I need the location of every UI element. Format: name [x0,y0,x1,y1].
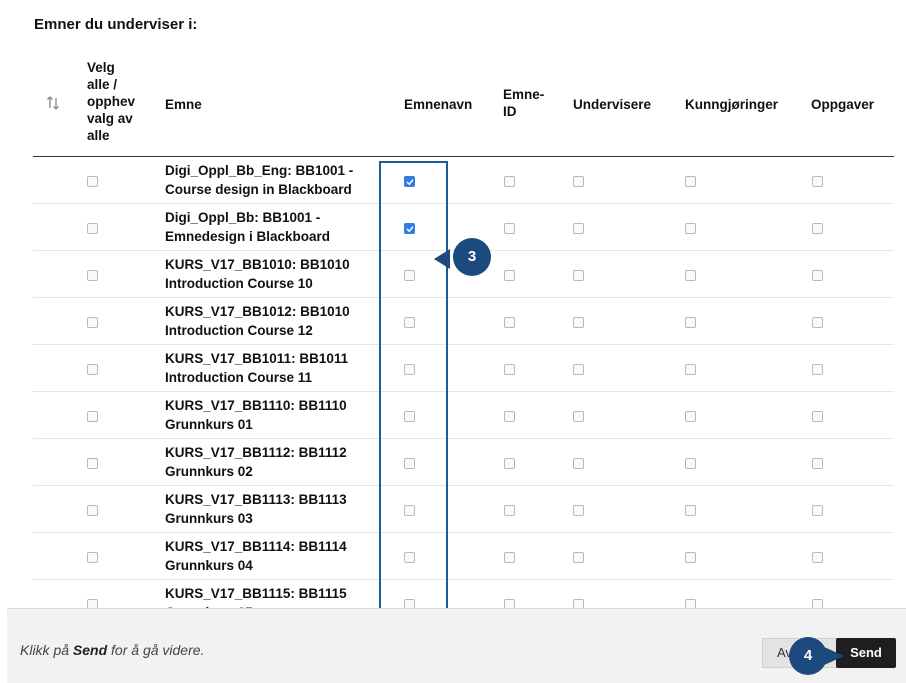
undervisere-checkbox[interactable] [573,176,584,187]
oppgaver-checkbox[interactable] [812,552,823,563]
select-checkbox[interactable] [87,505,98,516]
oppgaver-checkbox[interactable] [812,411,823,422]
kunngjoringer-checkbox[interactable] [685,317,696,328]
callout-3-pointer [434,249,450,269]
course-name: KURS_V17_BB1010: BB1010 Introduction Cour… [165,257,350,291]
course-name: KURS_V17_BB1114: BB1114 Grunnkurs 04 [165,539,347,573]
emne-id-checkbox[interactable] [504,505,515,516]
table-row: KURS_V17_BB1114: BB1114 Grunnkurs 04 [33,533,894,580]
emne-id-checkbox[interactable] [504,223,515,234]
kunngjoringer-checkbox[interactable] [685,552,696,563]
emne-id-checkbox[interactable] [504,317,515,328]
header-emne-id[interactable]: Emne- ID [503,86,544,120]
undervisere-checkbox[interactable] [573,411,584,422]
footer-bar: Klikk på Send for å gå videre. Avbryt Se… [7,608,906,683]
kunngjoringer-checkbox[interactable] [685,505,696,516]
select-checkbox[interactable] [87,411,98,422]
table-row: KURS_V17_BB1113: BB1113 Grunnkurs 03 [33,486,894,533]
emne-id-checkbox[interactable] [504,411,515,422]
send-button[interactable]: Send [836,638,896,668]
header-undervisere[interactable]: Undervisere [573,96,651,113]
oppgaver-checkbox[interactable] [812,317,823,328]
header-kunngjoringer[interactable]: Kunngjøringer [685,96,778,113]
header-emne[interactable]: Emne [165,96,202,113]
emne-id-checkbox[interactable] [504,552,515,563]
emne-id-checkbox[interactable] [504,364,515,375]
kunngjoringer-checkbox[interactable] [685,458,696,469]
oppgaver-checkbox[interactable] [812,176,823,187]
undervisere-checkbox[interactable] [573,552,584,563]
callout-step-4: 4 [789,637,827,675]
undervisere-checkbox[interactable] [573,223,584,234]
header-emnenavn[interactable]: Emnenavn [404,96,472,113]
kunngjoringer-checkbox[interactable] [685,223,696,234]
select-checkbox[interactable] [87,223,98,234]
course-name: KURS_V17_BB1110: BB1110 Grunnkurs 01 [165,398,347,432]
table-row: KURS_V17_BB1012: BB1010 Introduction Cour… [33,298,894,345]
oppgaver-checkbox[interactable] [812,270,823,281]
undervisere-checkbox[interactable] [573,458,584,469]
sort-icon[interactable] [46,95,60,111]
emne-id-checkbox[interactable] [504,458,515,469]
course-name: Digi_Oppl_Bb_Eng: BB1001 - Course design … [165,163,354,197]
select-checkbox[interactable] [87,317,98,328]
undervisere-checkbox[interactable] [573,317,584,328]
select-checkbox[interactable] [87,176,98,187]
table-row: KURS_V17_BB1112: BB1112 Grunnkurs 02 [33,439,894,486]
course-name: Digi_Oppl_Bb: BB1001 - Emnedesign i Black… [165,210,331,244]
undervisere-checkbox[interactable] [573,505,584,516]
emne-id-checkbox[interactable] [504,176,515,187]
table-row: KURS_V17_BB1110: BB1110 Grunnkurs 01 [33,392,894,439]
select-checkbox[interactable] [87,552,98,563]
oppgaver-checkbox[interactable] [812,364,823,375]
kunngjoringer-checkbox[interactable] [685,364,696,375]
course-name: KURS_V17_BB1011: BB1011 Introduction Cour… [165,351,349,385]
select-checkbox[interactable] [87,270,98,281]
course-name: KURS_V17_BB1012: BB1010 Introduction Cour… [165,304,350,338]
select-checkbox[interactable] [87,364,98,375]
oppgaver-checkbox[interactable] [812,458,823,469]
course-name: KURS_V17_BB1112: BB1112 Grunnkurs 02 [165,445,347,479]
header-select-all[interactable]: Velg alle / opphev valg av alle [87,59,135,144]
kunngjoringer-checkbox[interactable] [685,270,696,281]
table-header: Velg alle / opphev valg av alle Emne Emn… [33,55,894,157]
oppgaver-checkbox[interactable] [812,505,823,516]
kunngjoringer-checkbox[interactable] [685,411,696,422]
footer-instruction: Klikk på Send for å gå videre. [20,642,205,658]
oppgaver-checkbox[interactable] [812,223,823,234]
table-row: Digi_Oppl_Bb_Eng: BB1001 - Course design … [33,157,894,204]
emne-id-checkbox[interactable] [504,270,515,281]
page-heading: Emner du underviser i: [34,16,198,33]
undervisere-checkbox[interactable] [573,270,584,281]
emnenavn-highlight-box [379,161,448,612]
kunngjoringer-checkbox[interactable] [685,176,696,187]
table-row: KURS_V17_BB1011: BB1011 Introduction Cour… [33,345,894,392]
header-oppgaver[interactable]: Oppgaver [811,96,874,113]
course-name: KURS_V17_BB1113: BB1113 Grunnkurs 03 [165,492,347,526]
select-checkbox[interactable] [87,458,98,469]
callout-step-3: 3 [453,238,491,276]
undervisere-checkbox[interactable] [573,364,584,375]
